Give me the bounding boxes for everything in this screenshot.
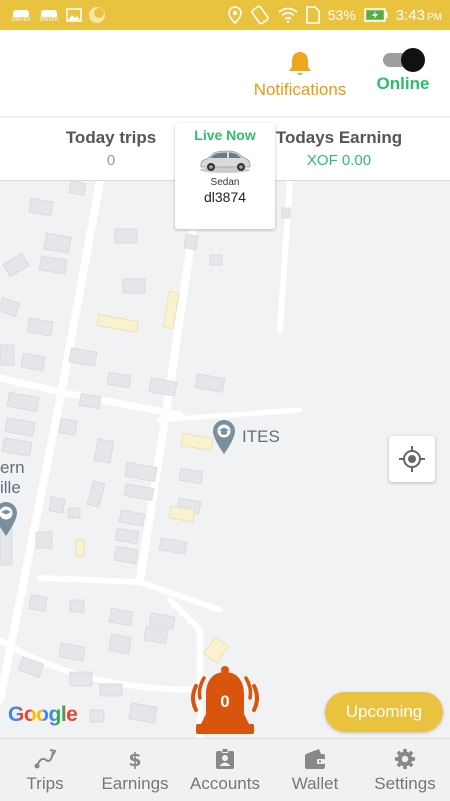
nav-item-earnings[interactable]: $ Earnings bbox=[90, 739, 180, 801]
gear-icon bbox=[394, 748, 416, 770]
driver-app-icon: DRIVER bbox=[10, 7, 32, 23]
image-icon bbox=[66, 8, 82, 22]
nav-label: Wallet bbox=[291, 774, 339, 793]
upcoming-button[interactable]: Upcoming bbox=[325, 692, 443, 732]
today-trips: Today trips 0 bbox=[60, 128, 162, 169]
vehicle-type: Sedan bbox=[210, 177, 240, 188]
map-partial-label: ern bbox=[0, 458, 25, 477]
map-streets bbox=[0, 181, 303, 738]
location-icon bbox=[227, 6, 242, 24]
svg-text:$: $ bbox=[128, 749, 141, 770]
vehicle-card[interactable]: Live Now Sedan dl3874 bbox=[175, 123, 275, 229]
wifi-icon bbox=[278, 7, 298, 23]
driver-app-icon: DRIVER bbox=[38, 7, 60, 23]
top-bar: Notifications Online bbox=[0, 30, 450, 116]
crosshair-icon bbox=[399, 446, 425, 472]
notifications-label: Notifications bbox=[253, 80, 347, 99]
nav-label: Trips bbox=[26, 774, 64, 793]
bottom-nav: Trips $ Earnings Accounts Wallet Setting… bbox=[0, 738, 450, 801]
battery-icon bbox=[364, 8, 388, 22]
education-pin-icon bbox=[213, 420, 235, 454]
nav-label: Settings bbox=[374, 774, 436, 793]
today-trips-value: 0 bbox=[106, 152, 116, 169]
map-place-ites[interactable]: ITES bbox=[212, 419, 280, 455]
battery-percent: 53% bbox=[327, 7, 356, 23]
circle-icon bbox=[89, 7, 105, 23]
nav-item-accounts[interactable]: Accounts bbox=[180, 739, 270, 801]
online-switch[interactable] bbox=[381, 48, 425, 72]
bell-icon bbox=[289, 52, 311, 75]
wallet-icon bbox=[305, 749, 325, 769]
alert-bell-button[interactable]: 0 bbox=[186, 664, 264, 738]
badge-icon bbox=[216, 748, 234, 769]
online-label: Online bbox=[376, 74, 430, 93]
nav-item-settings[interactable]: Settings bbox=[360, 739, 450, 801]
car-image bbox=[200, 150, 251, 173]
online-toggle[interactable]: Online bbox=[372, 48, 434, 94]
sim-icon bbox=[305, 6, 320, 24]
map-place-label: ITES bbox=[242, 427, 280, 446]
todays-earning: Todays Earning XOF 0.00 bbox=[272, 128, 406, 169]
rotate-icon bbox=[251, 5, 269, 25]
google-logo-text: Google bbox=[8, 703, 78, 726]
my-location-button[interactable] bbox=[389, 436, 435, 482]
dollar-icon: $ bbox=[128, 749, 141, 770]
education-pin-icon bbox=[0, 502, 17, 536]
todays-earning-value: XOF 0.00 bbox=[306, 152, 372, 169]
map-view[interactable]: ITES ern ille bbox=[0, 181, 450, 738]
clock: 3:43 PM bbox=[395, 6, 442, 24]
route-icon bbox=[34, 749, 57, 769]
nav-item-wallet[interactable]: Wallet bbox=[270, 739, 360, 801]
nav-label: Earnings bbox=[101, 774, 169, 793]
live-now-label: Live Now bbox=[194, 127, 256, 143]
vehicle-plate: dl3874 bbox=[203, 189, 247, 205]
notifications-button[interactable]: Notifications bbox=[246, 50, 354, 100]
nav-label: Accounts bbox=[190, 774, 260, 793]
status-bar: DRIVER DRIVER 53% 3:43 PM bbox=[0, 0, 450, 30]
nav-item-trips[interactable]: Trips bbox=[0, 739, 90, 801]
google-logo: Google bbox=[8, 703, 78, 727]
todays-earning-label: Todays Earning bbox=[275, 128, 403, 147]
map-partial-label: ille bbox=[0, 478, 21, 497]
alert-count: 0 bbox=[220, 692, 230, 711]
today-trips-label: Today trips bbox=[65, 128, 157, 147]
